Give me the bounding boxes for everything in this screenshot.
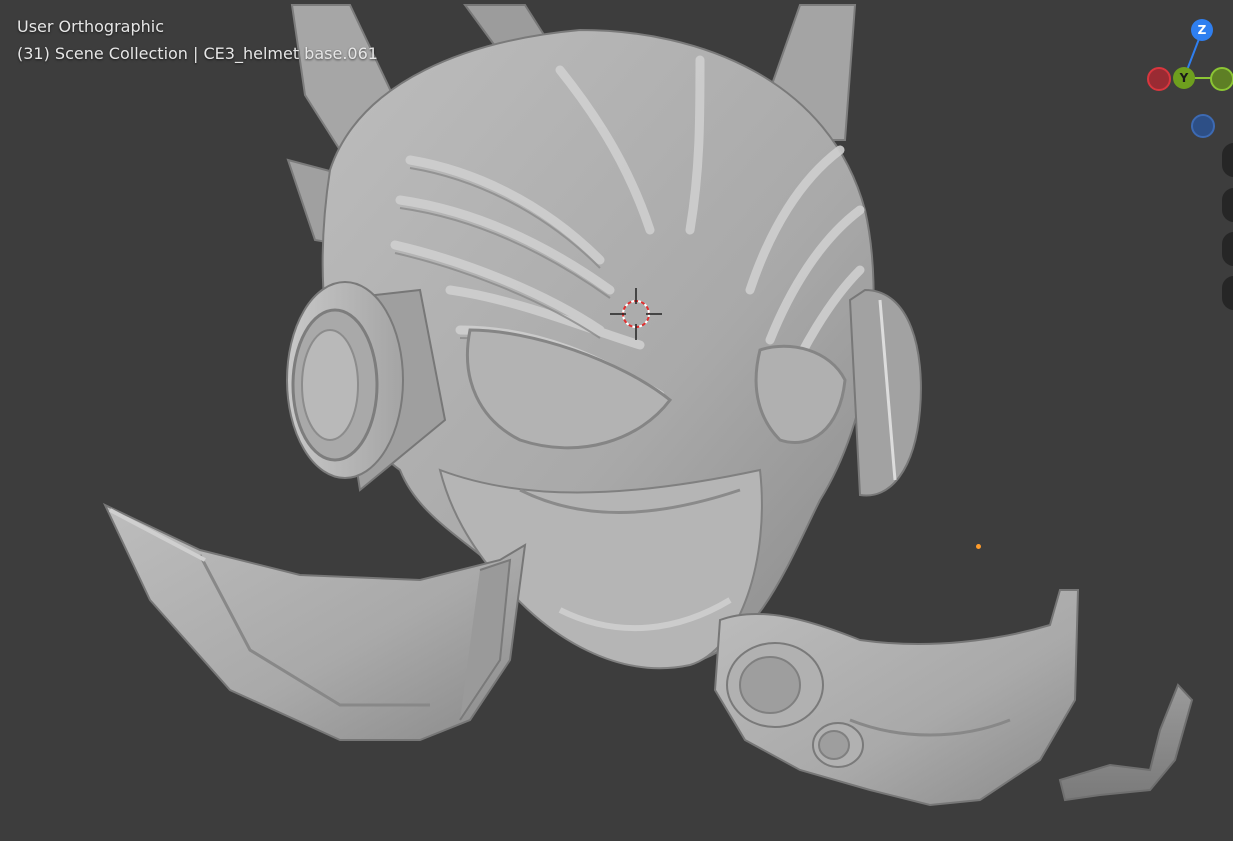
gizmo-y-axis[interactable]: Y bbox=[1173, 67, 1195, 89]
right-ear-cup bbox=[848, 288, 922, 497]
view-name-label: User Orthographic bbox=[17, 17, 165, 36]
gizmo-neg-z-axis[interactable] bbox=[1191, 114, 1215, 138]
gizmo-neg-x-axis[interactable] bbox=[1147, 67, 1171, 91]
gizmo-x-axis[interactable] bbox=[1210, 67, 1233, 91]
mic-piece bbox=[1058, 683, 1194, 802]
helmet-model-render[interactable] bbox=[0, 0, 1233, 841]
object-origin-dot bbox=[976, 544, 981, 549]
3d-viewport[interactable]: User Orthographic (31) Scene Collection … bbox=[0, 0, 1233, 841]
3d-cursor-icon bbox=[610, 288, 662, 340]
camera-icon[interactable] bbox=[1222, 232, 1233, 266]
gizmo-z-axis[interactable]: Z bbox=[1191, 19, 1213, 41]
navigation-gizmo[interactable]: Z Y bbox=[1140, 14, 1233, 144]
ortho-grid-icon[interactable] bbox=[1222, 276, 1233, 310]
zoom-icon[interactable] bbox=[1222, 143, 1233, 177]
collection-object-label: (31) Scene Collection | CE3_helmet base.… bbox=[17, 44, 378, 63]
pan-icon[interactable] bbox=[1222, 188, 1233, 222]
